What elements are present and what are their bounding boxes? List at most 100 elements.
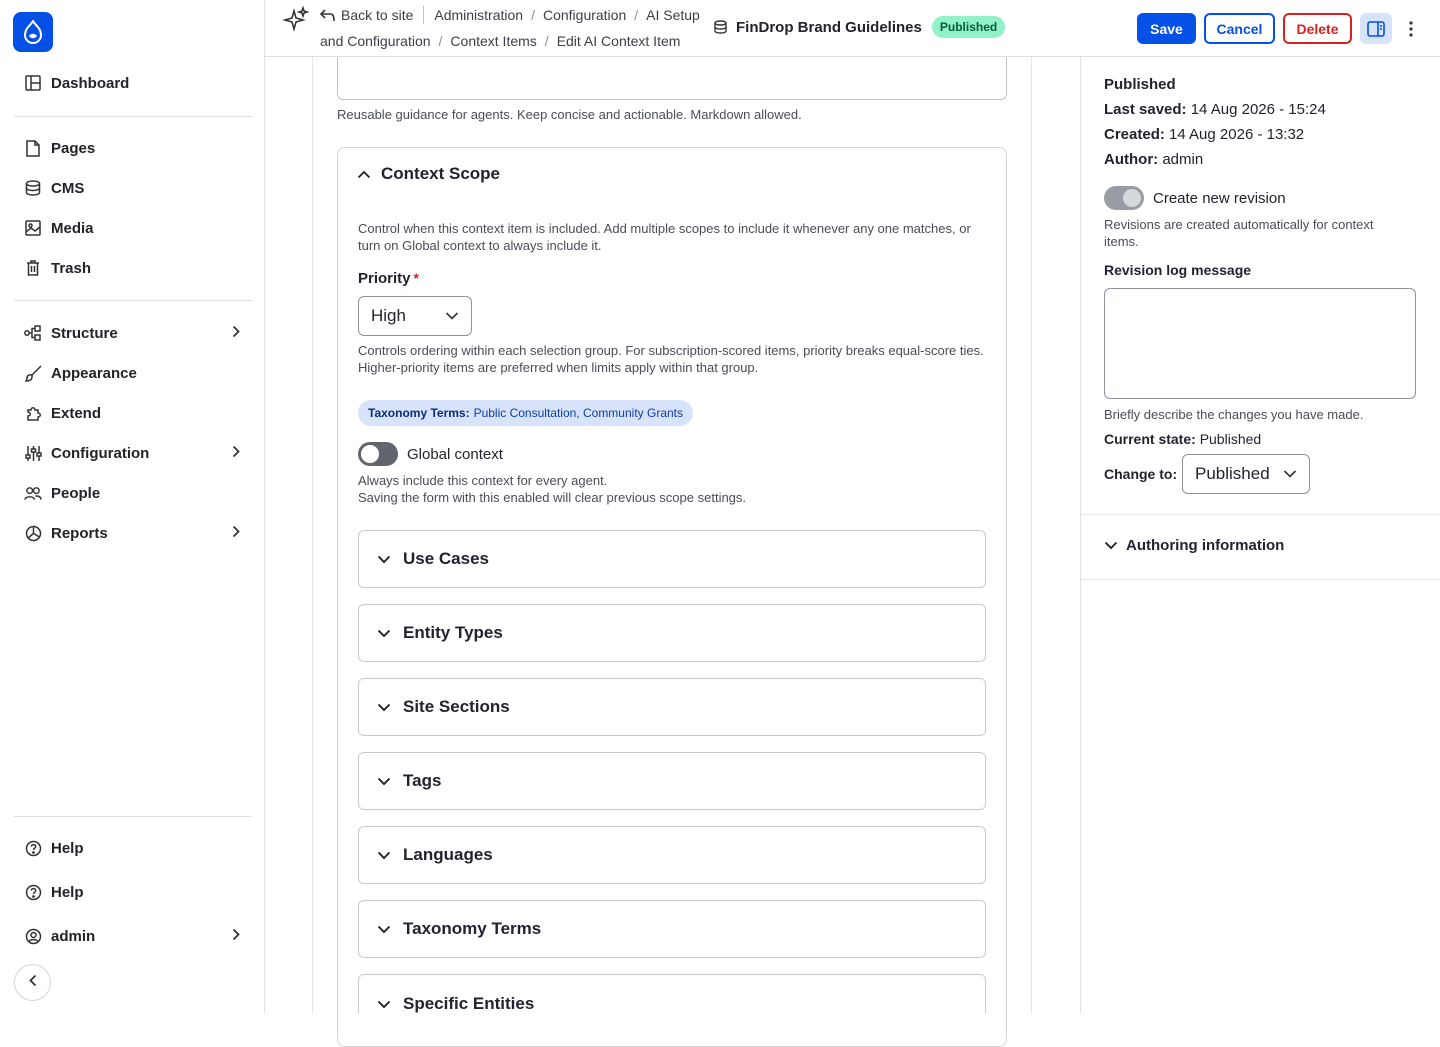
create-revision-toggle[interactable] — [1104, 186, 1144, 210]
toggle-sidebar-panel-button[interactable] — [1360, 13, 1392, 44]
revision-log-help: Briefly describe the changes you have ma… — [1104, 407, 1364, 422]
accordion-taxonomy-terms[interactable]: Taxonomy Terms — [358, 900, 986, 958]
more-options-icon[interactable] — [1403, 17, 1419, 41]
help-icon — [24, 883, 42, 901]
chip-key: Taxonomy Terms: — [368, 406, 470, 420]
accordion-site-sections[interactable]: Site Sections — [358, 678, 986, 736]
global-context-toggle[interactable] — [358, 442, 398, 466]
sidebar-item-label: Help — [51, 839, 84, 857]
breadcrumb-link[interactable]: AI Setup — [646, 7, 700, 23]
sidebar-item-user[interactable]: admin — [14, 919, 252, 953]
change-to-value: Published — [1195, 464, 1270, 483]
sidebar-item-extend[interactable]: Extend — [14, 396, 252, 430]
puzzle-icon — [24, 404, 42, 422]
revision-help: Revisions are created automatically for … — [1104, 217, 1374, 249]
breadcrumb: and Configuration / Context Items / Edit… — [320, 33, 680, 49]
database-icon — [24, 179, 42, 197]
page-title: FinDrop Brand Guidelines Published — [714, 16, 1006, 38]
sidebar-divider — [14, 300, 252, 301]
help-icon — [24, 839, 42, 857]
accordion-label: Site Sections — [403, 697, 510, 716]
global-help-1: Always include this context for every ag… — [358, 473, 608, 488]
sidebar-divider — [14, 116, 252, 117]
sidebar-item-reports[interactable]: Reports — [14, 516, 252, 550]
drupal-logo-icon[interactable] — [13, 12, 53, 52]
author-value: admin — [1162, 151, 1204, 168]
sidebar-item-structure[interactable]: Structure — [14, 316, 252, 350]
sidebar-item-label: Trash — [51, 259, 92, 277]
breadcrumb-link[interactable]: and Configuration — [320, 33, 431, 49]
user-icon — [24, 927, 42, 945]
sidebar-item-label: People — [51, 484, 101, 502]
breadcrumb-separator: / — [634, 7, 639, 23]
breadcrumb-separator: / — [544, 33, 549, 49]
sidebar-item-label: CMS — [51, 179, 85, 197]
breadcrumb-link[interactable]: Context Items — [450, 33, 536, 49]
priority-select[interactable]: High — [358, 296, 472, 336]
chevron-down-icon — [377, 925, 391, 934]
ai-sparkle-icon — [282, 5, 310, 38]
document-title: FinDrop Brand Guidelines — [736, 18, 922, 36]
chevron-down-icon — [377, 851, 391, 860]
sidebar-item-help[interactable]: Help — [14, 875, 252, 909]
brush-icon — [24, 364, 42, 382]
current-state-label: Current state: — [1104, 431, 1196, 447]
current-state: Current state: Published — [1104, 431, 1261, 447]
accordion-specific-entities[interactable]: Specific Entities — [358, 974, 986, 1013]
sidebar-item-media[interactable]: Media — [14, 211, 252, 245]
accordion-entity-types[interactable]: Entity Types — [358, 604, 986, 662]
chevron-up-icon — [357, 170, 371, 179]
sidebar-item-configuration[interactable]: Configuration — [14, 436, 252, 470]
chevron-left-icon — [28, 974, 37, 992]
sidebar-item-label: Reports — [51, 524, 108, 542]
breadcrumb-current: Edit AI Context Item — [556, 33, 681, 49]
sidebar-item-cms[interactable]: CMS — [14, 171, 252, 205]
sidebar-item-pages[interactable]: Pages — [14, 131, 252, 165]
revision-log-textarea[interactable] — [1104, 288, 1416, 399]
global-context-label: Global context — [407, 446, 503, 463]
panel-icon — [1367, 20, 1385, 37]
accordion-use-cases[interactable]: Use Cases — [358, 530, 986, 588]
breadcrumb-separator: / — [531, 7, 535, 23]
sidebar-item-label: Dashboard — [51, 74, 130, 92]
accordion-languages[interactable]: Languages — [358, 826, 986, 884]
people-icon — [24, 484, 42, 502]
structure-icon — [24, 324, 42, 342]
panel-divider — [1080, 514, 1440, 515]
required-marker: * — [413, 270, 419, 286]
sidebar-item-trash[interactable]: Trash — [14, 251, 252, 285]
status-badge: Published — [931, 16, 1006, 38]
authoring-information-toggle[interactable]: Authoring information — [1104, 537, 1284, 554]
sidebar-item-people[interactable]: People — [14, 476, 252, 510]
delete-button[interactable]: Delete — [1283, 13, 1352, 44]
toggle-knob — [361, 445, 379, 463]
body-textarea[interactable] — [337, 57, 1007, 100]
chevron-right-icon — [232, 525, 240, 542]
priority-label: Priority * — [358, 270, 419, 287]
dashboard-icon — [24, 74, 42, 92]
scope-summary-chip: Taxonomy Terms: Public Consultation, Com… — [358, 400, 693, 426]
top-bar: Back to site Administration / Configurat… — [265, 0, 1440, 57]
change-to-select[interactable]: Published — [1182, 454, 1310, 494]
breadcrumb-separator: / — [438, 33, 443, 49]
collapse-sidebar-button[interactable] — [14, 964, 51, 1001]
back-to-site-link[interactable]: Back to site — [341, 7, 413, 23]
trash-icon — [24, 259, 42, 277]
chip-value: Public Consultation, Community Grants — [473, 406, 683, 420]
sidebar-item-appearance[interactable]: Appearance — [14, 356, 252, 390]
created: Created: 14 Aug 2026 - 13:32 — [1104, 126, 1304, 143]
breadcrumb-link[interactable]: Configuration — [543, 7, 626, 23]
change-to-label: Change to: — [1104, 466, 1178, 482]
last-saved-label: Last saved: — [1104, 101, 1187, 118]
sidebar-item-label: Help — [51, 883, 84, 901]
accordion-tags[interactable]: Tags — [358, 752, 986, 810]
priority-help: Controls ordering within each selection … — [358, 343, 984, 375]
save-button[interactable]: Save — [1137, 13, 1196, 44]
database-icon — [714, 20, 727, 34]
chevron-right-icon — [232, 325, 240, 342]
sidebar-item-help[interactable]: Help — [14, 831, 252, 865]
sidebar-item-dashboard[interactable]: Dashboard — [14, 66, 252, 100]
breadcrumb-link[interactable]: Administration — [434, 7, 523, 23]
context-scope-toggle[interactable]: Context Scope — [357, 164, 500, 184]
cancel-button[interactable]: Cancel — [1204, 13, 1275, 44]
